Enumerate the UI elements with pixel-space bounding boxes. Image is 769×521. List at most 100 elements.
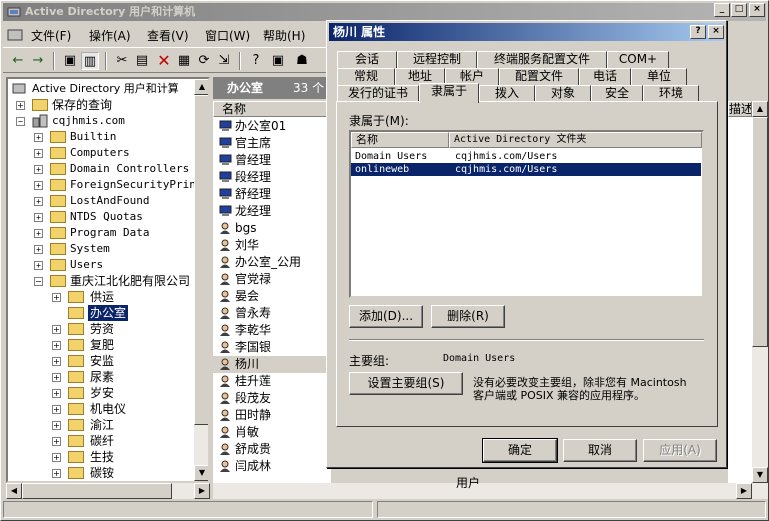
list-item[interactable]: 李国银 <box>219 339 271 356</box>
dialog-close-button[interactable]: × <box>708 25 724 39</box>
list-item[interactable]: 肖敏 <box>219 424 259 441</box>
menu-window[interactable]: 窗口(W) <box>205 27 250 44</box>
tree-item[interactable]: + Builtin <box>8 129 194 145</box>
tree-sub-ou[interactable]: + 尿素 <box>8 369 194 385</box>
list-item[interactable]: 舒经理 <box>219 186 271 203</box>
console-icon[interactable]: ▣ <box>269 52 287 70</box>
tree-sub-ou[interactable]: 办公室 <box>8 305 194 321</box>
cancel-button[interactable]: 取消 <box>563 439 637 462</box>
expand-icon[interactable]: + <box>34 245 43 254</box>
up-folder-icon[interactable]: ▣ <box>61 52 79 70</box>
refresh-icon[interactable]: ⟳ <box>195 52 213 70</box>
users-icon[interactable]: ☗ <box>293 52 311 70</box>
scroll-down-icon[interactable]: ▼ <box>194 465 208 481</box>
hscroll-thumb[interactable] <box>22 483 172 499</box>
tree-sub-ou[interactable]: + 渝江 <box>8 417 194 433</box>
menu-help[interactable]: 帮助(H) <box>263 27 305 44</box>
dialog-titlebar[interactable]: 杨川 属性 <box>329 23 724 41</box>
tree-sub-ou[interactable]: + 供运 <box>8 289 194 305</box>
column-header-name[interactable]: 名称 <box>213 101 331 117</box>
forward-icon[interactable]: → <box>29 52 47 70</box>
group-row-selected[interactable]: onlineweb cqjhmis.com/Users <box>351 163 701 176</box>
expand-icon[interactable]: + <box>52 453 61 462</box>
back-icon[interactable]: ← <box>9 52 27 70</box>
cut-icon[interactable]: ✂ <box>113 52 131 70</box>
tab[interactable]: 安全 <box>591 85 643 102</box>
tab[interactable]: 环境 <box>643 85 699 102</box>
tree-item[interactable]: + Computers <box>8 145 194 161</box>
column-header-desc[interactable]: 描述 <box>728 101 752 117</box>
tree-item[interactable]: + System <box>8 241 194 257</box>
set-primary-group-button[interactable]: 设置主要组(S) <box>349 372 463 395</box>
tree-hscrollbar[interactable]: ◀ ▶ <box>6 483 210 499</box>
list-hscrollbar[interactable]: ▶ 用户 <box>213 476 768 499</box>
list-item[interactable]: 官主席 <box>219 135 271 152</box>
tree-sub-ou[interactable]: + 机电仪 <box>8 401 194 417</box>
tree-item[interactable]: + NTDS Quotas <box>8 209 194 225</box>
expand-icon[interactable]: + <box>34 181 43 190</box>
add-button[interactable]: 添加(D)... <box>349 305 423 328</box>
scroll-up-icon[interactable]: ▲ <box>194 79 208 95</box>
groups-column-name[interactable]: 名称 <box>351 132 449 148</box>
expand-icon[interactable]: + <box>52 293 61 302</box>
ok-button[interactable]: 确定 <box>482 438 558 463</box>
show-tree-icon[interactable]: ▥ <box>81 52 99 70</box>
tab[interactable]: 电话 <box>579 68 631 85</box>
tree-item[interactable]: + Program Data <box>8 225 194 241</box>
expand-icon[interactable]: + <box>52 469 61 478</box>
scroll-thumb[interactable] <box>752 117 768 347</box>
dialog-help-button[interactable]: ? <box>690 25 706 39</box>
help-icon[interactable]: ? <box>247 52 265 70</box>
main-titlebar[interactable]: Active Directory 用户和计算机 <box>3 3 766 21</box>
tab-member-of[interactable]: 隶属于 <box>419 83 479 103</box>
list-item[interactable]: 桂升莲 <box>219 373 271 390</box>
expand-icon[interactable]: + <box>52 389 61 398</box>
tab[interactable]: 拨入 <box>479 85 535 102</box>
expand-icon[interactable]: + <box>52 357 61 366</box>
scroll-thumb[interactable] <box>194 95 208 425</box>
list-item[interactable]: 曾经理 <box>219 152 271 169</box>
tree-item[interactable]: + LostAndFound <box>8 193 194 209</box>
tab[interactable]: 会话 <box>337 51 397 68</box>
collapse-icon[interactable]: − <box>34 277 43 286</box>
list-item[interactable]: 办公室01 <box>219 118 286 135</box>
tab[interactable]: 远程控制 <box>397 51 477 68</box>
scroll-down-icon[interactable]: ▼ <box>752 467 768 483</box>
expand-icon[interactable]: + <box>34 213 43 222</box>
scroll-right-icon[interactable]: ▶ <box>194 483 210 499</box>
list-item[interactable]: 段经理 <box>219 169 271 186</box>
export-icon[interactable]: ⇲ <box>215 52 233 70</box>
tree-item[interactable]: + Domain Controllers <box>8 161 194 177</box>
expand-icon[interactable]: + <box>34 261 43 270</box>
list-item[interactable]: 曾永寿 <box>219 305 271 322</box>
tree-domain[interactable]: − cqjhmis.com <box>8 113 198 129</box>
tab[interactable]: 对象 <box>535 85 591 102</box>
menu-view[interactable]: 查看(V) <box>147 27 189 44</box>
expand-icon[interactable]: + <box>34 197 43 206</box>
list-item[interactable]: 舒成贵 <box>219 441 271 458</box>
groups-column-folder[interactable]: Active Directory 文件夹 <box>449 132 702 148</box>
menu-action[interactable]: 操作(A) <box>89 27 131 44</box>
list-item[interactable]: 办公室_公用 <box>219 254 301 271</box>
tree-sub-ou[interactable]: + 岁安 <box>8 385 194 401</box>
expand-icon[interactable]: + <box>52 373 61 382</box>
tree-item[interactable]: + ForeignSecurityPrinci <box>8 177 208 193</box>
scroll-right-icon[interactable]: ▶ <box>736 483 752 499</box>
menu-file[interactable]: 文件(F) <box>31 27 71 44</box>
tab[interactable]: 配置文件 <box>499 68 579 85</box>
tree-sub-ou[interactable]: + 复肥 <box>8 337 194 353</box>
list-item[interactable]: 田时静 <box>219 407 271 424</box>
tab[interactable]: 终端服务配置文件 <box>477 51 607 68</box>
expand-icon[interactable]: + <box>52 341 61 350</box>
tree-sub-ou[interactable]: + 碳铵 <box>8 465 194 481</box>
collapse-icon[interactable]: − <box>16 117 25 126</box>
tree-sub-ou[interactable]: + 安监 <box>8 353 194 369</box>
list-item[interactable]: 晏会 <box>219 288 259 305</box>
remove-button[interactable]: 删除(R) <box>431 305 505 328</box>
list-item[interactable]: bgs <box>219 220 257 237</box>
tab[interactable]: COM+ <box>607 51 669 68</box>
list-scrollbar[interactable]: ▲ ▼ <box>752 101 768 483</box>
expand-icon[interactable]: + <box>34 165 43 174</box>
list-item[interactable]: 官党禄 <box>219 271 271 288</box>
tree-sub-ou[interactable]: + 碳纤 <box>8 433 194 449</box>
